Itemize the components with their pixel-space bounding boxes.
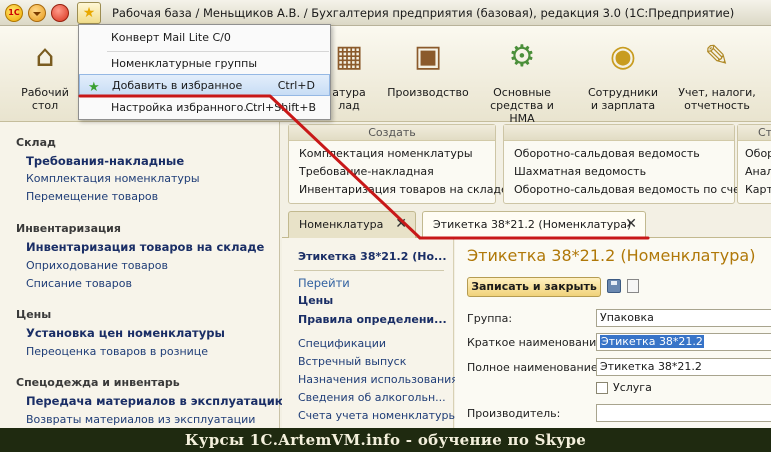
panel-link[interactable]: Инвентаризация товаров на складе (299, 183, 508, 196)
panel-link[interactable]: Оборотно-сальдовая ведомость (514, 147, 700, 160)
panel-link[interactable]: Обор (745, 147, 771, 160)
group-label: Группа: (467, 312, 513, 325)
coins-icon: ◉ (609, 39, 637, 74)
save-and-close-button[interactable]: Записать и закрыть (467, 277, 601, 297)
gear-icon: ⚙ (508, 39, 536, 74)
panel-link[interactable]: Требование-накладная (299, 165, 434, 178)
form-nav-link[interactable]: Назначения использования (298, 373, 458, 386)
app-logo-icon[interactable]: 1С (5, 4, 23, 22)
menu-item-favorites-settings[interactable]: Настройка избранного... Ctrl+Shift+B (79, 97, 330, 119)
panel-link[interactable]: Комплектация номенклатуры (299, 147, 473, 160)
menu-item[interactable]: Конверт Mail Lite C/0 (79, 27, 330, 49)
form-navigation: Этикетка 38*21.2 (Но... Перейти Цены Пра… (282, 238, 458, 428)
section-navigation: Склад Требования-накладные Комплектация … (0, 122, 286, 428)
toolbar-taxes[interactable]: ✎ Учет, налоги, отчетность (674, 26, 760, 122)
nav-item[interactable]: Перемещение товаров (26, 190, 158, 203)
nav-item[interactable]: Передача материалов в эксплуатацию (26, 394, 286, 408)
form-nav-link[interactable]: Цены (298, 294, 333, 307)
divider (294, 270, 444, 271)
form-nav-link[interactable]: Правила определени... (298, 313, 447, 326)
panel-link[interactable]: Карт (745, 183, 771, 196)
reports-panel: Оборотно-сальдовая ведомость Шахматная в… (503, 124, 753, 204)
close-icon[interactable]: ✕ (625, 216, 637, 232)
title-bar: 1С ★ Рабочая база / Меньщиков А.В. / Бух… (0, 0, 771, 26)
main-menu-icon[interactable] (28, 4, 46, 22)
toolbar-fixed-assets[interactable]: ⚙ Основные средства и НМА (478, 26, 566, 125)
manufacturer-label: Производитель: (467, 407, 561, 420)
nav-group-inventory: Инвентаризация (16, 222, 121, 235)
divider (107, 51, 329, 52)
panel-title: Создать (289, 125, 495, 141)
copy-icon[interactable] (627, 279, 639, 293)
tab-label-item[interactable]: Этикетка 38*21.2 (Номенклатура) ✕ (422, 211, 646, 238)
menu-item-add-favorite[interactable]: ★ Добавить в избранное Ctrl+D (79, 74, 330, 96)
form-nav-link[interactable]: Встречный выпуск (298, 355, 406, 368)
panel-title: Ст (738, 125, 771, 141)
panel-link[interactable]: Анал (745, 165, 771, 178)
toolbar-production[interactable]: ▣ Производство (386, 26, 470, 122)
menu-item[interactable]: Номенклатурные группы (79, 53, 330, 75)
form-nav-title[interactable]: Этикетка 38*21.2 (Но... (298, 250, 447, 263)
toolbar-staff[interactable]: ◉ Сотрудники и зарплата (586, 26, 660, 122)
window-title: Рабочая база / Меньщиков А.В. / Бухгалте… (112, 6, 735, 20)
nav-item[interactable]: Переоценка товаров в рознице (26, 345, 208, 358)
nav-item[interactable]: Возвраты материалов из эксплуатации (26, 413, 255, 426)
toolbox-icon: ▣ (413, 39, 443, 74)
favorites-star-icon[interactable]: ★ (77, 2, 101, 24)
nav-item[interactable]: Требования-накладные (26, 154, 184, 168)
service-checkbox[interactable] (596, 382, 608, 394)
nav-item[interactable]: Списание товаров (26, 277, 132, 290)
short-name-label: Краткое наименование: (467, 336, 607, 349)
form-nav-link[interactable]: Счета учета номенклатуры (298, 409, 457, 422)
tab-nomenclature[interactable]: Номенклатура ✕ (288, 211, 416, 238)
nav-item[interactable]: Инвентаризация товаров на складе (26, 240, 264, 254)
nav-group-sklad: Склад (16, 136, 56, 149)
close-icon[interactable] (51, 4, 69, 22)
item-form: Этикетка 38*21.2 (Номенклатура) Записать… (455, 238, 771, 428)
nav-item[interactable]: Установка цен номенклатуры (26, 326, 225, 340)
nav-group-prices: Цены (16, 308, 52, 321)
short-name-input[interactable]: Этикетка 38*21.2 (596, 333, 771, 351)
close-icon[interactable]: ✕ (395, 216, 407, 232)
reports-panel-2: Ст Обор Анал Карт (737, 124, 771, 204)
document-icon: ✎ (704, 39, 730, 74)
save-icon[interactable] (607, 279, 621, 293)
panel-link[interactable]: Оборотно-сальдовая ведомость по счету (514, 183, 753, 196)
add-favorite-icon: ★ (88, 80, 100, 95)
create-panel: Создать Комплектация номенклатуры Требов… (288, 124, 508, 204)
manufacturer-input[interactable] (596, 404, 771, 422)
group-input[interactable]: Упаковка (596, 309, 771, 327)
panel-link[interactable]: Шахматная ведомость (514, 165, 646, 178)
panel-title (504, 125, 734, 141)
form-nav-link[interactable]: Сведения об алкогольн... (298, 391, 446, 404)
favorites-menu: Конверт Mail Lite C/0 Номенклатурные гру… (78, 24, 331, 120)
course-banner: Курсы 1С.ArtemVM.info - обучение по Skyp… (0, 428, 771, 452)
service-checkbox-label: Услуга (613, 381, 652, 394)
nav-item[interactable]: Оприходование товаров (26, 259, 168, 272)
form-nav-link[interactable]: Спецификации (298, 337, 386, 350)
nav-group-workwear: Спецодежда и инвентарь (16, 376, 180, 389)
form-title: Этикетка 38*21.2 (Номенклатура) (467, 246, 756, 265)
home-icon: ⌂ (35, 39, 55, 74)
nav-item[interactable]: Комплектация номенклатуры (26, 172, 200, 185)
tab-bar: Номенклатура ✕ Этикетка 38*21.2 (Номенкл… (282, 208, 771, 238)
toolbar-desktop[interactable]: ⌂ Рабочий стол (14, 26, 76, 122)
full-name-label: Полное наименование: (467, 361, 602, 374)
full-name-input[interactable]: Этикетка 38*21.2 (596, 358, 771, 376)
boxes-icon: ▦ (334, 39, 364, 74)
goto-heading: Перейти (298, 276, 350, 290)
